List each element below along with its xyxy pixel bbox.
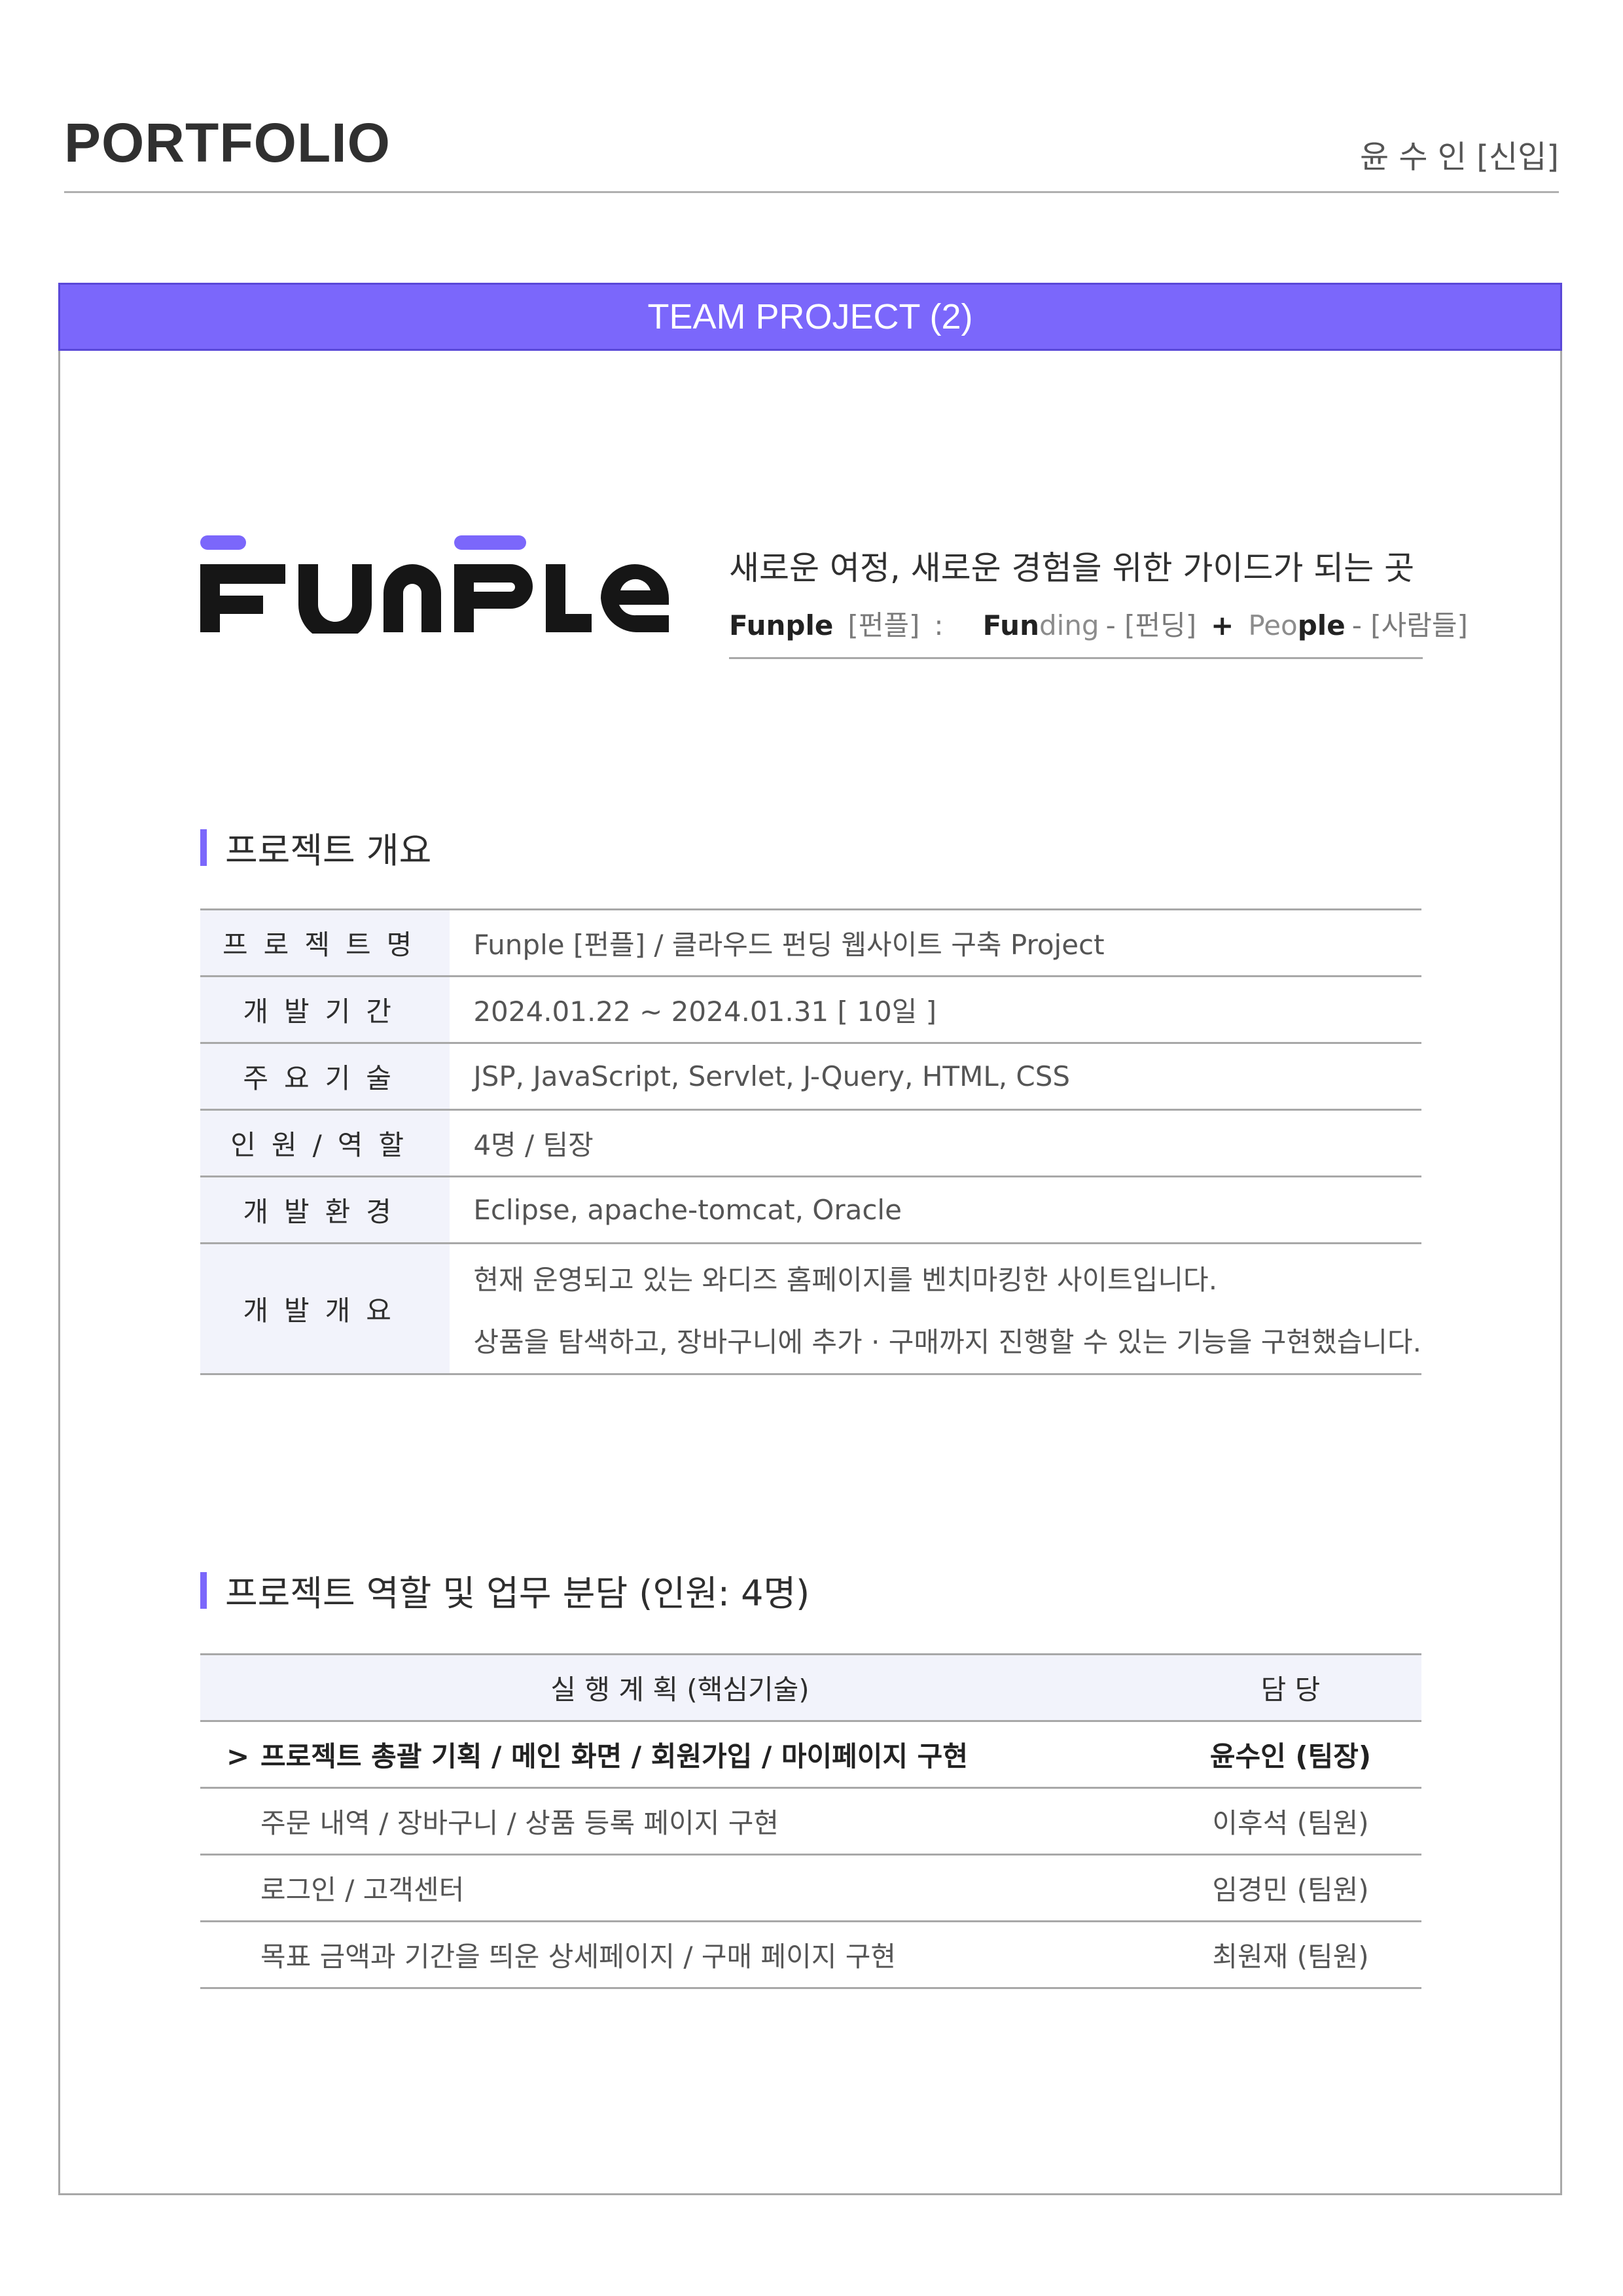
table-row: 목표 금액과 기간을 띄운 상세페이지 / 구매 페이지 구현 최원재 (팀원) [200, 1921, 1421, 1988]
owner-cell: 최원재 (팀원) [1212, 1941, 1369, 1973]
overview-label: 개발기간 [200, 976, 450, 1043]
header-divider [64, 191, 1559, 193]
heading-accent-bar [200, 829, 207, 866]
overview-value: Funple [펀플] / 클라우드 펀딩 웹사이트 구축 Project [473, 929, 1105, 961]
overview-value: Eclipse, apache-tomcat, Oracle [473, 1194, 902, 1226]
owner-cell: 윤수인 (팀장) [1209, 1740, 1372, 1772]
overview-row: 개발환경 Eclipse, apache-tomcat, Oracle [200, 1176, 1421, 1244]
table-row: 주문 내역 / 장바구니 / 상품 등록 페이지 구현 이후석 (팀원) [200, 1787, 1421, 1855]
funple-logo [200, 535, 669, 634]
overview-row: 개발개요 현재 운영되고 있는 와디즈 홈페이지를 벤치마킹한 사이트입니다. … [200, 1243, 1421, 1374]
brand-name: Funple [729, 609, 834, 641]
overview-label: 인원/역할 [200, 1109, 450, 1177]
owner-cell: 이후석 (팀원) [1212, 1807, 1369, 1839]
overview-table: 프로젝트명 Funple [펀플] / 클라우드 펀딩 웹사이트 구축 Proj… [200, 908, 1421, 1375]
overview-label: 개발개요 [200, 1243, 450, 1374]
overview-row: 개발기간 2024.01.22 ~ 2024.01.31 [ 10일 ] [200, 976, 1421, 1043]
overview-value: 4명 / 팀장 [473, 1129, 594, 1161]
overview-row: 인원/역할 4명 / 팀장 [200, 1109, 1421, 1177]
overview-label: 개발환경 [200, 1176, 450, 1244]
table-row: 로그인 / 고객센터 임경민 (팀원) [200, 1854, 1421, 1922]
roles-table: 실 행 계 획 (핵심기술) 담 당 > 프로젝트 총괄 기획 / 메인 화면 /… [200, 1653, 1421, 1989]
overview-value: JSP, JavaScript, Servlet, J-Query, HTML,… [473, 1060, 1071, 1092]
overview-value-line: 상품을 탐색하고, 장바구니에 추가 · 구매까지 진행할 수 있는 기능을 구… [473, 1325, 1421, 1358]
people-grey: Peo [1248, 609, 1298, 641]
overview-value-multiline: 현재 운영되고 있는 와디즈 홈페이지를 벤치마킹한 사이트입니다. 상품을 탐… [450, 1244, 1421, 1374]
name-meaning: Funple [펀플] : Fun ding - [펀딩] + Peo ple - … [729, 603, 1468, 643]
overview-value: 2024.01.22 ~ 2024.01.31 [ 10일 ] [473, 996, 937, 1028]
table-row: > 프로젝트 총괄 기획 / 메인 화면 / 회원가입 / 마이페이지 구현 윤수… [200, 1721, 1421, 1788]
funding-bold: Fun [982, 609, 1039, 641]
marker-icon: > [226, 1740, 250, 1772]
task-text: 프로젝트 총괄 기획 / 메인 화면 / 회원가입 / 마이페이지 구현 [260, 1740, 968, 1772]
overview-label: 주요기술 [200, 1043, 450, 1110]
roles-title: 프로젝트 역할 및 업무 분담 (인원: 4명) [225, 1573, 810, 1614]
column-header-plan: 실 행 계 획 (핵심기술) [200, 1654, 1160, 1721]
task-cell: 목표 금액과 기간을 띄운 상세페이지 / 구매 페이지 구현 [260, 1941, 897, 1973]
overview-title: 프로젝트 개요 [225, 830, 432, 871]
overview-heading: 프로젝트 개요 [200, 821, 431, 873]
author-name: 윤 수 인 [신입] [1359, 139, 1559, 175]
overview-value-line: 현재 운영되고 있는 와디즈 홈페이지를 벤치마킹한 사이트입니다. [473, 1263, 1218, 1296]
task-cell: 주문 내역 / 장바구니 / 상품 등록 페이지 구현 [260, 1807, 779, 1839]
task-cell: > 프로젝트 총괄 기획 / 메인 화면 / 회원가입 / 마이페이지 구현 [200, 1721, 1160, 1788]
page-title: PORTFOLIO [64, 112, 391, 173]
banner-label: TEAM PROJECT (2) [647, 297, 973, 336]
brand-colon: : [934, 609, 944, 641]
funding-reading: - [펀딩] [1105, 609, 1197, 641]
overview-row: 프로젝트명 Funple [펀플] / 클라우드 펀딩 웹사이트 구축 Proj… [200, 909, 1421, 977]
tagline: 새로운 여정, 새로운 경험을 위한 가이드가 되는 곳 [729, 549, 1415, 587]
brand-reading: [펀플] [847, 609, 920, 641]
column-header-owner: 담 당 [1160, 1654, 1421, 1721]
plus-sign: + [1211, 609, 1234, 641]
people-bold: ple [1297, 609, 1346, 641]
people-reading: - [사람들] [1351, 609, 1468, 641]
project-banner: TEAM PROJECT (2) [58, 283, 1562, 351]
overview-row: 주요기술 JSP, JavaScript, Servlet, J-Query, … [200, 1043, 1421, 1110]
tagline-divider [729, 657, 1423, 659]
heading-accent-bar [200, 1571, 207, 1609]
owner-cell: 임경민 (팀원) [1212, 1874, 1369, 1906]
roles-heading: 프로젝트 역할 및 업무 분담 (인원: 4명) [200, 1564, 810, 1616]
roles-header-row: 실 행 계 획 (핵심기술) 담 당 [200, 1654, 1421, 1721]
funding-grey: ding [1039, 609, 1099, 641]
task-cell: 로그인 / 고객센터 [260, 1874, 465, 1906]
overview-label: 프로젝트명 [200, 909, 450, 977]
